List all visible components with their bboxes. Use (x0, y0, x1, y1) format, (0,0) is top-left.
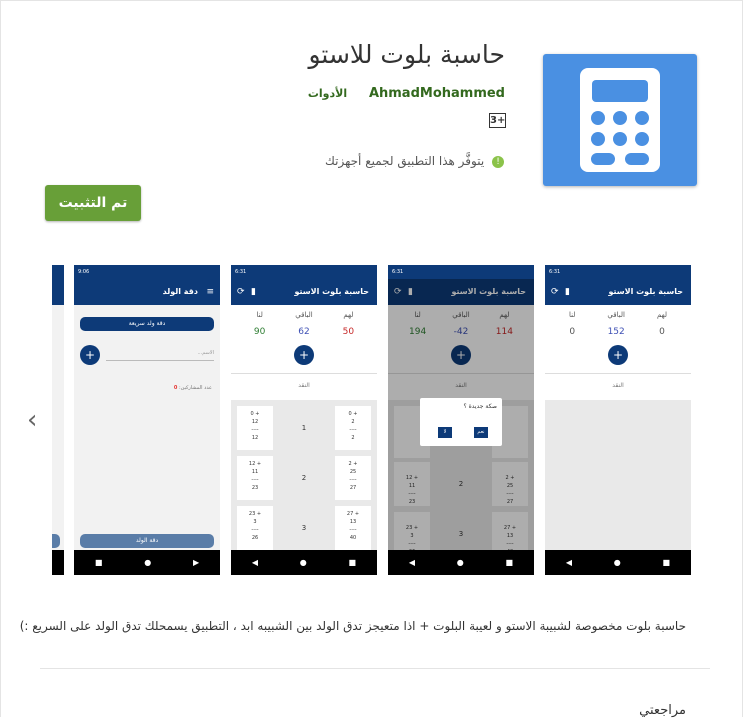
menu-icon: ≡ (206, 287, 214, 297)
info-icon: ! (492, 155, 504, 168)
developer-link[interactable]: AhmadMohammed (369, 86, 505, 101)
status-bar: 9:06 (74, 265, 220, 279)
round-card-lahum: 2 +25 ---- 27 (335, 456, 371, 500)
app-icon (543, 54, 697, 186)
app-bar: دقة الولد ≡ (74, 279, 220, 305)
screenshot-5-partial[interactable] (52, 265, 64, 575)
screenshot-2[interactable]: 6:31 حاسبة بلوت الاستو ⟳ ▮ لنا 194 الباقي… (388, 265, 534, 575)
shuffle-button: دقة الولد (80, 534, 214, 548)
refresh-icon: ⟳ (237, 287, 245, 297)
round-number: 3 (301, 524, 307, 532)
score-columns: لنا 0 الباقي 152 لهم 0 (569, 311, 667, 337)
nav-bar: ◀ ● ■ (545, 550, 691, 575)
round-card-lahum: 27 +13 ---- 40 (335, 506, 371, 550)
calculator-icon (580, 68, 660, 172)
new-game-dialog: صكة جديدة ؟ نعم لا (420, 398, 502, 446)
availability-text: يتوفَّر هذا التطبيق لجميع أجهزتك (325, 154, 485, 168)
dialog-yes-button: نعم (474, 427, 488, 438)
content-rating-badge: 3+ (489, 113, 506, 128)
trash-icon: ▮ (565, 287, 570, 297)
section-divider (40, 668, 710, 669)
rounds-list: 0 +12 ---- 12 1 0 +2 ---- 2 12 +11 ---- 23 2 2… (231, 400, 377, 550)
nav-bar: ◀ ● ■ (231, 550, 377, 575)
add-round-button: + (294, 345, 314, 365)
round-card-lana: 23 +3 ---- 26 (237, 506, 273, 550)
rounds-area (545, 400, 691, 550)
availability-notice: ! يتوفَّر هذا التطبيق لجميع أجهزتك (325, 154, 504, 168)
score-columns: لنا 90 الباقي 62 لهم 50 (253, 311, 355, 337)
dialog-no-button: لا (438, 427, 452, 438)
name-field: الاسم... (106, 350, 214, 361)
app-meta: AhmadMohammed الأدوات (308, 86, 505, 101)
trash-icon: ▮ (251, 287, 256, 297)
status-bar (52, 265, 64, 279)
app-title: حاسبة بلوت للاستو (308, 40, 505, 69)
round-row: 12 +11 ---- 23 2 2 +25 ---- 27 (231, 450, 377, 500)
nav-bar (52, 550, 64, 575)
round-card-lahum: 0 +2 ---- 2 (335, 406, 371, 450)
status-bar: 6:31 (545, 265, 691, 279)
participants-count: عدد المشاركين: 0 (173, 385, 212, 391)
chevron-left-icon[interactable]: ‹ (27, 405, 37, 435)
installed-button[interactable]: تم التثبيت (45, 185, 141, 221)
round-row: 0 +12 ---- 12 1 0 +2 ---- 2 (231, 400, 377, 450)
screenshot-1[interactable]: 6:31 حاسبة بلوت الاستو ⟳ ▮ لنا 0 الباقي 15… (545, 265, 691, 575)
app-description: حاسبة بلوت مخصوصة لشبيبة الاستو و لعيبة … (19, 619, 686, 633)
round-card-lana: 0 +12 ---- 12 (237, 406, 273, 450)
app-bar: حاسبة بلوت الاستو ⟳ ▮ (545, 279, 691, 305)
screenshot-3[interactable]: 6:31 حاسبة بلوت الاستو ⟳ ▮ لنا 90 الباقي 6… (231, 265, 377, 575)
quick-button: دقة ولد سريعة (80, 317, 214, 331)
round-number: 2 (301, 474, 307, 482)
screenshot-4[interactable]: 9:06 دقة الولد ≡ دقة ولد سريعة + الاسم..… (74, 265, 220, 575)
round-card-lana: 12 +11 ---- 23 (237, 456, 273, 500)
total-label: النقد (545, 373, 691, 395)
nav-bar: ■ ● ▶ (74, 550, 220, 575)
add-player-button: + (80, 345, 100, 365)
total-label: النقد (231, 373, 377, 395)
my-reviews-heading: مراجعتي (639, 703, 686, 718)
round-number: 1 (301, 424, 307, 432)
partial-button (52, 534, 60, 548)
app-bar: حاسبة بلوت الاستو ⟳ ▮ (231, 279, 377, 305)
status-bar: 6:31 (231, 265, 377, 279)
name-row: + الاسم... (74, 331, 220, 365)
add-round-button: + (608, 345, 628, 365)
nav-bar: ◀ ● ■ (388, 550, 534, 575)
round-row: 23 +3 ---- 26 3 27 +13 ---- 40 (231, 500, 377, 550)
status-bar: 6:31 (388, 265, 534, 279)
app-bar (52, 279, 64, 305)
refresh-icon: ⟳ (551, 287, 559, 297)
category-link[interactable]: الأدوات (308, 87, 347, 100)
